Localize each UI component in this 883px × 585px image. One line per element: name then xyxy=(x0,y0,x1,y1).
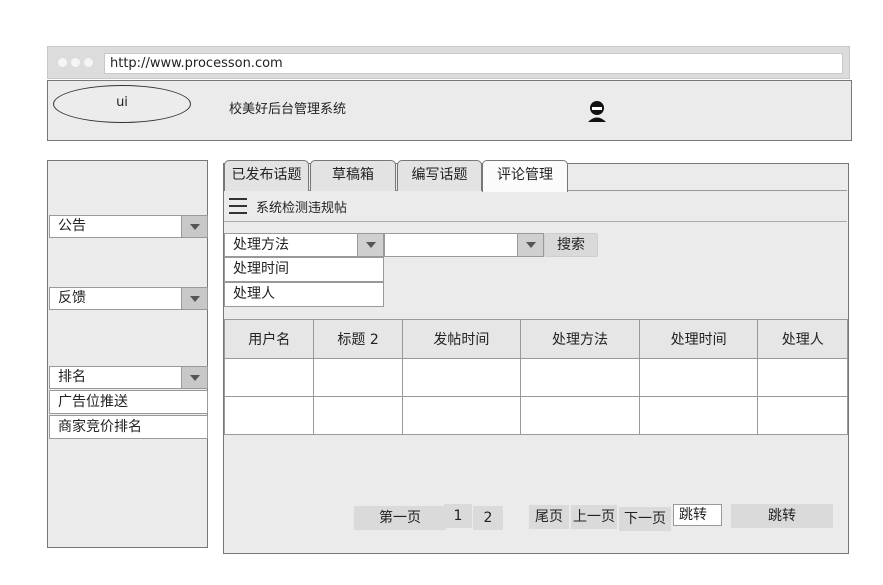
menu-icon[interactable] xyxy=(229,205,247,207)
sidebar-select-label: 反馈 xyxy=(58,290,86,306)
sidebar-select-ranking[interactable]: 排名 xyxy=(49,366,208,389)
chevron-down-icon[interactable] xyxy=(181,367,207,388)
window-dot-icon xyxy=(58,58,67,67)
tab-drafts[interactable]: 草稿箱 xyxy=(310,160,396,191)
secondary-select[interactable] xyxy=(384,233,544,257)
column-header: 处理方法 xyxy=(520,319,640,359)
tab-comment-management[interactable]: 评论管理 xyxy=(482,160,568,192)
table-cell xyxy=(520,358,640,397)
table-cell xyxy=(223,396,315,435)
table-row[interactable] xyxy=(223,358,848,397)
window-dot-icon xyxy=(84,58,93,67)
tab-published-topics[interactable]: 已发布话题 xyxy=(224,160,309,191)
table-header-row: 用户名 标题 2 发帖时间 处理方法 处理时间 处理人 xyxy=(223,319,848,359)
dropdown-option-time[interactable]: 处理时间 xyxy=(224,257,384,282)
method-select[interactable]: 处理方法 xyxy=(224,233,384,257)
app-title: 校美好后台管理系统 xyxy=(229,102,347,117)
main-panel: 已发布话题 草稿箱 编写话题 评论管理 系统检测违规帖 处理方法 搜索 处理时间… xyxy=(223,160,849,554)
dropdown-option-handler[interactable]: 处理人 xyxy=(224,282,384,307)
section-divider xyxy=(224,221,847,222)
sidebar-select-feedback[interactable]: 反馈 xyxy=(49,287,208,310)
table-cell xyxy=(223,358,315,397)
table-row[interactable] xyxy=(223,396,848,435)
table-cell xyxy=(757,396,848,435)
next-page-button[interactable]: 下一页 xyxy=(619,507,671,531)
page-2-button[interactable]: 2 xyxy=(473,506,503,530)
column-header: 处理时间 xyxy=(638,319,759,359)
app-header: ui 校美好后台管理系统 xyxy=(47,80,852,141)
table-cell xyxy=(313,358,403,397)
sidebar-item-bidding-rank[interactable]: 商家竞价排名 xyxy=(49,415,208,439)
comments-table: 用户名 标题 2 发帖时间 处理方法 处理时间 处理人 xyxy=(223,319,848,435)
table-cell xyxy=(757,358,848,397)
column-header: 用户名 xyxy=(223,319,315,359)
menu-icon[interactable] xyxy=(229,198,247,200)
chevron-down-icon[interactable] xyxy=(517,234,543,256)
last-page-button[interactable]: 尾页 xyxy=(529,505,569,529)
url-field[interactable]: http://www.processon.com xyxy=(104,53,843,74)
section-title: 系统检测违规帖 xyxy=(256,201,348,216)
jump-button[interactable]: 跳转 xyxy=(731,504,833,528)
sidebar-select-announcement[interactable]: 公告 xyxy=(49,215,208,238)
prev-page-button[interactable]: 上一页 xyxy=(571,505,617,529)
chevron-down-icon[interactable] xyxy=(181,216,207,237)
page-jump-input[interactable]: 跳转 xyxy=(673,504,722,526)
table-cell xyxy=(638,396,759,435)
chevron-down-icon[interactable] xyxy=(181,288,207,309)
table-cell xyxy=(638,358,759,397)
table-cell xyxy=(401,396,522,435)
user-avatar-icon[interactable] xyxy=(587,100,607,122)
column-header: 处理人 xyxy=(757,319,848,359)
sidebar: 公告 反馈 排名 广告位推送 商家竞价排名 xyxy=(47,160,208,548)
method-select-label: 处理方法 xyxy=(233,237,289,253)
search-button[interactable]: 搜索 xyxy=(544,233,598,257)
sidebar-select-label: 排名 xyxy=(58,369,86,385)
browser-address-bar: http://www.processon.com xyxy=(47,46,850,79)
chevron-down-icon[interactable] xyxy=(357,234,383,256)
column-header: 发帖时间 xyxy=(401,319,522,359)
sidebar-item-ad-push[interactable]: 广告位推送 xyxy=(49,390,208,414)
table-cell xyxy=(520,396,640,435)
menu-icon[interactable] xyxy=(229,212,247,214)
sidebar-select-label: 公告 xyxy=(58,218,86,234)
tab-write-topic[interactable]: 编写话题 xyxy=(397,160,482,191)
first-page-button[interactable]: 第一页 xyxy=(354,506,446,530)
window-dot-icon xyxy=(71,58,80,67)
page-1-button[interactable]: 1 xyxy=(444,504,472,528)
table-cell xyxy=(313,396,403,435)
table-cell xyxy=(401,358,522,397)
column-header: 标题 2 xyxy=(313,319,403,359)
logo: ui xyxy=(53,85,191,123)
